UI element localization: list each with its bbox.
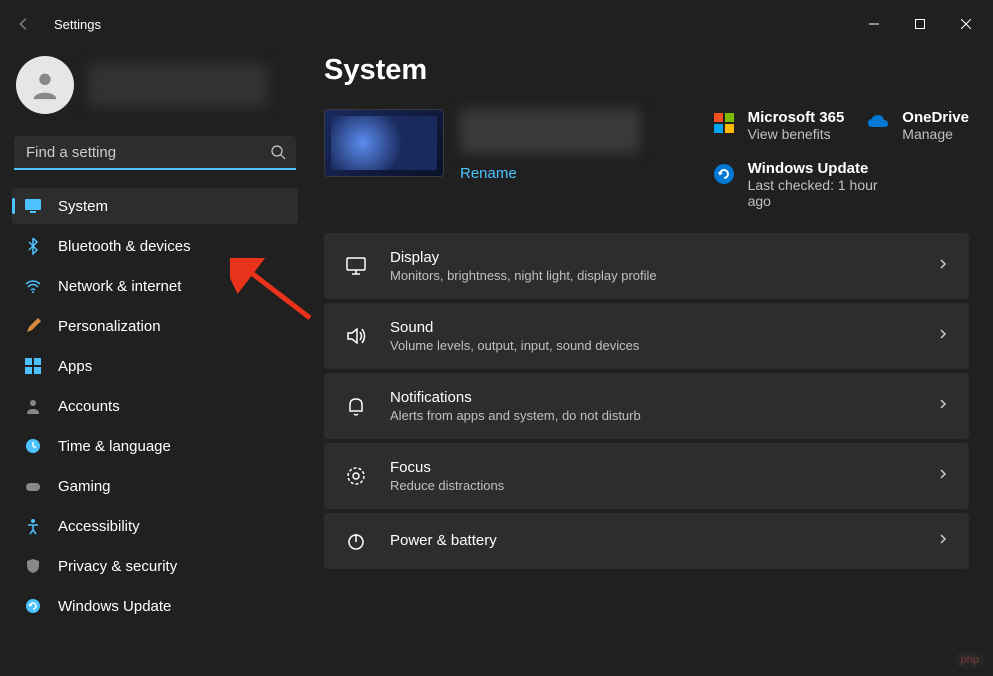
setting-item-notifications[interactable]: Notifications Alerts from apps and syste… <box>324 373 969 439</box>
nav-label: Accessibility <box>58 518 140 535</box>
setting-title: Focus <box>390 459 504 476</box>
window-controls <box>851 8 989 40</box>
windows-update-icon <box>712 162 736 186</box>
search-input[interactable] <box>14 136 296 170</box>
setting-sub: Reduce distractions <box>390 478 504 493</box>
m365-icon <box>712 111 736 135</box>
setting-item-display[interactable]: Display Monitors, brightness, night ligh… <box>324 233 969 299</box>
nav-label: Personalization <box>58 318 161 335</box>
minimize-button[interactable] <box>851 8 897 40</box>
update-icon <box>24 597 42 615</box>
service-title: Microsoft 365 <box>748 109 845 126</box>
main-content: System Rename Microsoft 365 Vi <box>310 48 993 676</box>
setting-item-sound[interactable]: Sound Volume levels, output, input, soun… <box>324 303 969 369</box>
nav-label: Privacy & security <box>58 558 177 575</box>
settings-list: Display Monitors, brightness, night ligh… <box>324 233 969 569</box>
setting-title: Display <box>390 249 657 266</box>
nav-label: Network & internet <box>58 278 181 295</box>
nav-list: System Bluetooth & devices Network & int… <box>12 188 298 624</box>
nav-item-personalization[interactable]: Personalization <box>12 308 298 344</box>
setting-title: Power & battery <box>390 532 497 549</box>
bluetooth-icon <box>24 237 42 255</box>
service-m365[interactable]: Microsoft 365 View benefits <box>712 109 845 142</box>
window-title: Settings <box>54 17 101 32</box>
nav-item-accessibility[interactable]: Accessibility <box>12 508 298 544</box>
nav-label: Gaming <box>58 478 111 495</box>
gamepad-icon <box>24 477 42 495</box>
nav-item-gaming[interactable]: Gaming <box>12 468 298 504</box>
chevron-right-icon <box>937 327 949 345</box>
nav-label: Accounts <box>58 398 120 415</box>
nav-label: Apps <box>58 358 92 375</box>
service-onedrive[interactable]: OneDrive Manage <box>866 109 969 142</box>
rename-link[interactable]: Rename <box>460 165 640 182</box>
focus-icon <box>344 464 368 488</box>
nav-item-network[interactable]: Network & internet <box>12 268 298 304</box>
device-block <box>324 109 444 209</box>
chevron-right-icon <box>937 467 949 485</box>
service-windows-update[interactable]: Windows Update Last checked: 1 hour ago <box>712 160 898 209</box>
titlebar: Settings <box>0 0 993 48</box>
setting-title: Sound <box>390 319 639 336</box>
header-cards: Rename Microsoft 365 View benefits <box>324 109 969 209</box>
nav-item-update[interactable]: Windows Update <box>12 588 298 624</box>
setting-sub: Volume levels, output, input, sound devi… <box>390 338 639 353</box>
watermark: php <box>955 652 985 668</box>
nav-label: Bluetooth & devices <box>58 238 191 255</box>
setting-title: Notifications <box>390 389 641 406</box>
user-icon <box>24 397 42 415</box>
monitor-icon <box>24 197 42 215</box>
nav-item-system[interactable]: System <box>12 188 298 224</box>
profile-block[interactable] <box>12 48 298 132</box>
avatar <box>16 56 74 114</box>
brush-icon <box>24 317 42 335</box>
maximize-button[interactable] <box>897 8 943 40</box>
nav-item-privacy[interactable]: Privacy & security <box>12 548 298 584</box>
service-sub: Manage <box>902 126 969 142</box>
profile-name-blurred <box>88 63 268 107</box>
wifi-icon <box>24 277 42 295</box>
nav-label: Time & language <box>58 438 171 455</box>
chevron-right-icon <box>937 532 949 550</box>
nav-label: Windows Update <box>58 598 171 615</box>
apps-icon <box>24 357 42 375</box>
setting-item-power[interactable]: Power & battery <box>324 513 969 569</box>
service-sub: Last checked: 1 hour ago <box>748 177 898 209</box>
clock-icon <box>24 437 42 455</box>
page-title: System <box>324 54 969 87</box>
onedrive-icon <box>866 111 890 135</box>
power-icon <box>344 529 368 553</box>
device-name-blurred <box>460 109 640 153</box>
chevron-right-icon <box>937 257 949 275</box>
nav-item-apps[interactable]: Apps <box>12 348 298 384</box>
service-sub: View benefits <box>748 126 845 142</box>
bell-icon <box>344 394 368 418</box>
sidebar: System Bluetooth & devices Network & int… <box>0 48 310 676</box>
nav-item-accounts[interactable]: Accounts <box>12 388 298 424</box>
search-container <box>14 136 296 170</box>
back-button[interactable] <box>4 4 44 44</box>
service-cards: Microsoft 365 View benefits OneDrive Man… <box>712 109 969 209</box>
service-title: OneDrive <box>902 109 969 126</box>
accessibility-icon <box>24 517 42 535</box>
nav-label: System <box>58 198 108 215</box>
setting-sub: Alerts from apps and system, do not dist… <box>390 408 641 423</box>
nav-item-bluetooth[interactable]: Bluetooth & devices <box>12 228 298 264</box>
service-title: Windows Update <box>748 160 898 177</box>
close-button[interactable] <box>943 8 989 40</box>
setting-item-focus[interactable]: Focus Reduce distractions <box>324 443 969 509</box>
setting-sub: Monitors, brightness, night light, displ… <box>390 268 657 283</box>
sound-icon <box>344 324 368 348</box>
shield-icon <box>24 557 42 575</box>
search-icon <box>270 144 286 165</box>
chevron-right-icon <box>937 397 949 415</box>
display-icon <box>344 254 368 278</box>
device-wallpaper-thumb[interactable] <box>324 109 444 177</box>
device-info: Rename <box>460 109 640 209</box>
nav-item-time[interactable]: Time & language <box>12 428 298 464</box>
